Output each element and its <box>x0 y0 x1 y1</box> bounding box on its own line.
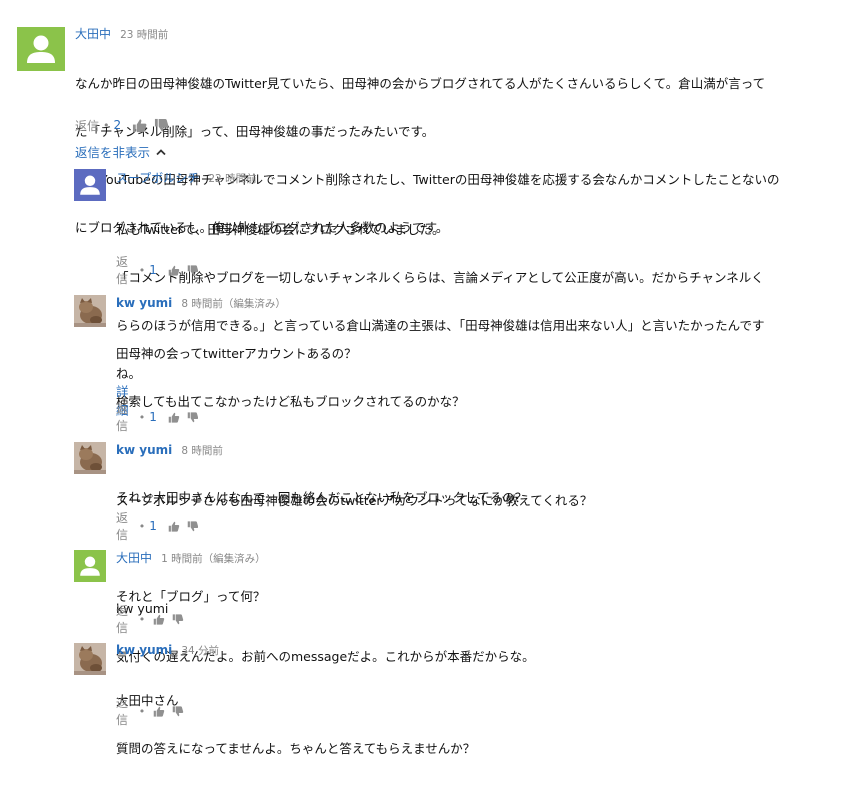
thumbs-down-icon[interactable] <box>187 519 199 534</box>
comment-actions: 返信 • <box>116 604 184 635</box>
user-silhouette-icon <box>80 175 100 195</box>
cat-photo-icon <box>74 643 106 675</box>
chevron-up-icon <box>156 148 166 155</box>
comment-header: kw yumi 8 時間前（編集済み） <box>116 294 286 310</box>
comment-header: スープボルシチ 22 時間前 <box>116 169 257 185</box>
thumbs-down-icon[interactable] <box>187 263 199 278</box>
reply-button[interactable]: 返信 <box>75 117 99 134</box>
comment-line: 質問の答えになってませんよ。ちゃんと答えてもらえませんか？ <box>116 741 476 756</box>
thumbs-down-icon[interactable] <box>172 704 184 719</box>
timestamp[interactable]: 8 時間前（編集済み） <box>181 298 286 310</box>
avatar[interactable] <box>74 295 106 327</box>
author-name[interactable]: kw yumi <box>116 443 172 457</box>
thumbs-up-icon[interactable] <box>153 612 165 627</box>
separator: • <box>103 118 110 132</box>
separator: • <box>138 263 146 277</box>
comment-actions: 返信 • 1 <box>116 402 199 433</box>
thumbs-down-icon[interactable] <box>187 410 199 425</box>
thumbs-up-icon[interactable] <box>153 704 165 719</box>
reply-button[interactable]: 返信 <box>116 694 135 728</box>
comment-thread: 大田中 23 時間前 なんか昨日の田母神俊雄のTwitter見ていたら、田母神の… <box>0 0 847 235</box>
comment-text: 大田中さん 質問の答えになってませんよ。ちゃんと答えてもらえませんか？ <box>116 661 475 789</box>
comment-line: 「コメント削除やブログを一切しないチャンネルくららは、言論メディアとして公正度が… <box>116 270 764 285</box>
separator: • <box>138 519 146 533</box>
separator: • <box>138 704 146 718</box>
author-name[interactable]: スープボルシチ <box>116 171 199 185</box>
hide-replies-button[interactable]: 返信を非表示 <box>75 142 166 161</box>
thumbs-up-icon[interactable] <box>168 263 180 278</box>
cat-photo-icon <box>74 442 106 474</box>
reply-button[interactable]: 返信 <box>116 602 135 636</box>
thumbs-up-icon[interactable] <box>168 519 180 534</box>
comment-actions: 返信 • 2 <box>75 116 169 134</box>
like-count: 1 <box>149 410 157 424</box>
avatar[interactable] <box>74 442 106 474</box>
thumbs-up-icon[interactable] <box>132 118 147 133</box>
thumbs-down-icon[interactable] <box>154 118 169 133</box>
comment-line: 私もTwitterで、田母神俊雄の会にブログされていました。 <box>116 222 445 237</box>
user-silhouette-icon <box>27 35 55 63</box>
comment-header: 大田中 1 時間前（編集済み） <box>116 549 266 565</box>
timestamp[interactable]: 23 時間前 <box>120 29 168 41</box>
thumbs-down-icon[interactable] <box>172 612 184 627</box>
like-count: 2 <box>113 118 122 132</box>
author-name[interactable]: 大田中 <box>75 27 111 41</box>
comment-actions: 返信 • 1 <box>116 511 199 542</box>
user-silhouette-icon <box>80 556 100 576</box>
author-name[interactable]: kw yumi <box>116 296 172 310</box>
reply-button[interactable]: 返信 <box>116 400 135 434</box>
comment-header: kw yumi 8 時間前 <box>116 441 223 457</box>
timestamp[interactable]: 34 分前 <box>181 645 219 657</box>
like-count: 1 <box>149 519 157 533</box>
author-name[interactable]: 大田中 <box>116 551 152 565</box>
separator: • <box>138 612 146 626</box>
timestamp[interactable]: 22 時間前 <box>208 173 256 185</box>
separator: • <box>138 410 146 424</box>
comment-line: 田母神の会ってtwitterアカウントあるの？ <box>116 346 357 361</box>
comment-line: た「チャンネル削除」って、田母神俊雄の事だったみたいです。 <box>75 124 435 139</box>
timestamp[interactable]: 8 時間前 <box>181 445 223 457</box>
avatar[interactable] <box>74 169 106 201</box>
avatar[interactable] <box>74 550 106 582</box>
cat-photo-icon <box>74 295 106 327</box>
author-name[interactable]: kw yumi <box>116 643 172 657</box>
comment-actions: 返信 • 1 <box>116 255 199 286</box>
comment-line: なんか昨日の田母神俊雄のTwitter見ていたら、田母神の会からブログされてる人… <box>75 76 766 91</box>
avatar[interactable] <box>74 643 106 675</box>
like-count: 1 <box>149 263 157 277</box>
thumbs-up-icon[interactable] <box>168 410 180 425</box>
comment-header: 大田中 23 時間前 <box>75 25 168 41</box>
comment-actions: 返信 • <box>116 696 184 727</box>
timestamp[interactable]: 1 時間前（編集済み） <box>161 553 266 565</box>
comment-line: スープボルシチさんも田母神俊雄の会のtwitterアカウントってなにか教えてくれ… <box>116 493 593 508</box>
reply-button[interactable]: 返信 <box>116 253 135 287</box>
reply-button[interactable]: 返信 <box>116 509 135 543</box>
avatar[interactable] <box>17 27 65 71</box>
comment-header: kw yumi 34 分前 <box>116 641 219 657</box>
hide-replies-label: 返信を非表示 <box>75 145 151 160</box>
